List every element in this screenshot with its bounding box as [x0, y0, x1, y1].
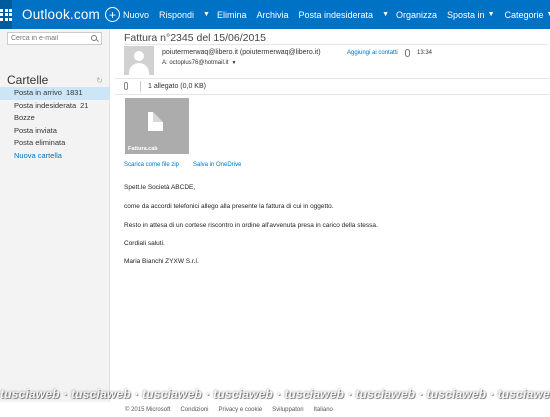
delete-label: Elimina: [216, 9, 247, 20]
reply-menu-button[interactable]: ▼: [201, 0, 212, 29]
folder-count: 1831: [65, 88, 83, 97]
attachment-count: 1 allegato (0,0 KB): [148, 83, 206, 90]
chevron-down-icon: ▼: [203, 11, 210, 18]
app-launcher-button[interactable]: [0, 0, 12, 29]
refresh-icon[interactable]: ↻: [96, 76, 103, 85]
brand-title[interactable]: Outlook.com: [22, 7, 100, 22]
folder-label: Posta inviata: [14, 125, 57, 135]
new-button[interactable]: + Nuovo: [100, 0, 154, 29]
chevron-down-icon: ▼: [547, 11, 550, 18]
folder-label: Bozze: [14, 113, 35, 122]
folder-deleted[interactable]: Posta eliminata: [0, 137, 110, 150]
watermark-text: tusciaweb · tusciaweb · tusciaweb · tusc…: [0, 387, 550, 400]
folder-label: Nuova cartella: [14, 150, 62, 160]
new-label: Nuovo: [122, 9, 149, 20]
body-line: Cordiali saluti.: [124, 240, 165, 247]
folder-label: Posta indesiderata: [14, 100, 77, 110]
reply-label: Rispondi: [159, 9, 195, 20]
junk-label: Posta indesiderata: [298, 9, 374, 20]
search-input[interactable]: [11, 35, 86, 42]
attachment-thumbnail[interactable]: Fattura.cab: [125, 98, 189, 154]
chevron-down-icon: ▼: [231, 60, 237, 66]
privacy-link[interactable]: Privacy e cookie: [218, 407, 262, 413]
message-subject: Fattura n°2345 del 15/06/2015: [124, 32, 266, 44]
sender-address[interactable]: poiutermerwaq@libero.it (poiutermerwaq@l…: [162, 49, 321, 56]
divider: [115, 78, 550, 79]
message-time: 13:34: [417, 50, 433, 56]
organize-button[interactable]: Organizza: [391, 0, 442, 29]
footer: © 2015 Microsoft Condizioni Privacy e co…: [115, 402, 550, 417]
body-line: come da accordi telefonici allego alla p…: [124, 203, 334, 210]
new-folder-link[interactable]: Nuova cartella: [0, 150, 110, 163]
search-icon[interactable]: [91, 35, 98, 42]
sender-avatar: [124, 46, 154, 75]
reply-button[interactable]: Rispondi: [154, 0, 199, 29]
junk-button[interactable]: Posta indesiderata: [294, 0, 379, 29]
chevron-down-icon: ▼: [487, 11, 495, 18]
recipient-address: A: octoplus76@hotmail.it: [162, 60, 229, 66]
folder-inbox[interactable]: Posta in arrivo 1831: [0, 87, 110, 100]
archive-button[interactable]: Archivia: [251, 0, 293, 29]
archive-label: Archivia: [256, 9, 289, 20]
folders-header: Cartelle ↻: [7, 73, 103, 87]
delete-button[interactable]: Elimina: [212, 0, 252, 29]
categories-button[interactable]: Categorie ▼: [500, 0, 550, 29]
folders-title: Cartelle: [7, 73, 49, 87]
folder-label: Posta eliminata: [14, 138, 66, 147]
move-to-button[interactable]: Sposta in ▼: [442, 0, 499, 29]
junk-menu-button[interactable]: ▼: [380, 0, 391, 29]
developers-link[interactable]: Sviluppatori: [272, 407, 303, 413]
folder-label: Posta in arrivo: [14, 88, 62, 97]
divider: [140, 81, 141, 92]
plus-icon: +: [104, 7, 120, 22]
attachment-indicator-icon: [405, 49, 410, 57]
folder-drafts[interactable]: Bozze: [0, 112, 110, 125]
language-link[interactable]: Italiano: [314, 407, 333, 413]
folder-pane: Cartelle ↻ Posta in arrivo1831 Posta ind…: [0, 29, 110, 402]
divider: [124, 44, 548, 45]
body-line: Spett.le Società ABCDE,: [124, 184, 196, 191]
divider: [115, 94, 550, 95]
body-line: Resto in attesa di un cortese riscontro …: [124, 222, 378, 229]
paperclip-icon: [124, 82, 128, 90]
terms-link[interactable]: Condizioni: [180, 407, 208, 413]
document-icon: [148, 112, 163, 131]
add-to-contacts-link[interactable]: Aggiungi ai contatti: [347, 50, 398, 56]
top-bar: Outlook.com + Nuovo Rispondi ▼ Elimina A…: [0, 0, 550, 29]
categories-label: Categorie: [504, 9, 544, 20]
recipient-line[interactable]: A: octoplus76@hotmail.it ▼: [162, 60, 236, 66]
save-onedrive-link[interactable]: Salva in OneDrive: [193, 162, 241, 168]
reading-pane: Fattura n°2345 del 15/06/2015 poiutermer…: [115, 29, 550, 402]
folder-junk[interactable]: Posta indesiderata 21: [0, 100, 110, 113]
body-line: Maria Bianchi ZYXW S.r.l.: [124, 258, 199, 265]
waffle-icon: [0, 8, 12, 21]
organize-label: Organizza: [396, 9, 438, 20]
chevron-down-icon: ▼: [382, 11, 389, 18]
move-label: Sposta in: [447, 9, 485, 20]
folder-sent[interactable]: Posta inviata: [0, 125, 110, 138]
folder-list: Posta in arrivo 1831 Posta indesiderata 21…: [0, 87, 110, 162]
attachment-name: Fattura.cab: [128, 146, 158, 152]
copyright-text: © 2015 Microsoft: [125, 406, 171, 413]
search-box[interactable]: [7, 32, 102, 45]
folder-count: 21: [80, 100, 89, 110]
download-zip-link[interactable]: Scarica come file zip: [124, 162, 179, 168]
